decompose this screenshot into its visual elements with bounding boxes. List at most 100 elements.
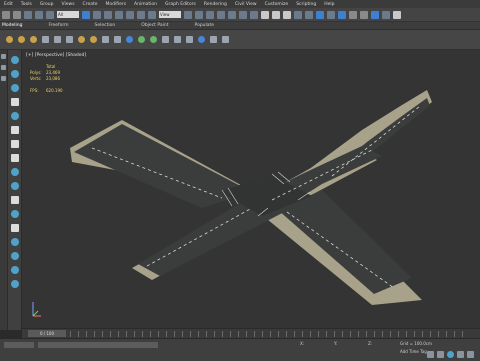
tab-freeform[interactable]: Freeform: [48, 23, 68, 28]
toggle-ribbon-icon[interactable]: [305, 10, 313, 19]
perspective-viewport[interactable]: [+] [Perspective] [Shaded] Total Polys: 2…: [22, 50, 480, 328]
freeze-icon[interactable]: [210, 36, 217, 43]
helpers-icon[interactable]: [126, 36, 133, 43]
create-panel-icon[interactable]: [10, 56, 19, 64]
menu-scripting[interactable]: Scripting: [296, 2, 316, 7]
edit-poly-icon[interactable]: [18, 36, 25, 43]
rectangular-selection-icon[interactable]: [104, 10, 112, 19]
select-by-name-icon[interactable]: [93, 10, 101, 19]
viewport-label[interactable]: [+] [Perspective] [Shaded]: [26, 53, 86, 58]
element-icon[interactable]: [78, 36, 85, 43]
tube-icon[interactable]: [10, 140, 19, 148]
select-scale-icon[interactable]: [148, 10, 156, 19]
menu-help[interactable]: Help: [324, 2, 334, 7]
edge-icon[interactable]: [42, 36, 49, 43]
menu-animation[interactable]: Animation: [134, 2, 157, 7]
schematic-view-icon[interactable]: [327, 10, 335, 19]
select-object-icon[interactable]: [82, 10, 90, 19]
scene-explorer-icon[interactable]: [102, 36, 109, 43]
pyramid-icon[interactable]: [10, 196, 19, 204]
window-crossing-icon[interactable]: [115, 10, 123, 19]
undo-icon[interactable]: [2, 10, 10, 19]
hide-icon[interactable]: [222, 36, 229, 43]
percent-snap-icon[interactable]: [239, 10, 247, 19]
menu-group[interactable]: Group: [40, 2, 54, 7]
reference-coordinate-dropdown[interactable]: View: [159, 11, 181, 18]
textplus-icon[interactable]: [10, 224, 19, 232]
render-setup-icon[interactable]: [349, 10, 357, 19]
material-editor-icon[interactable]: [338, 10, 346, 19]
angle-snap-icon[interactable]: [228, 10, 236, 19]
redo-icon[interactable]: [13, 10, 21, 19]
utilities-icon[interactable]: [186, 36, 193, 43]
maxscript-listener-field[interactable]: [4, 342, 34, 348]
border-icon[interactable]: [54, 36, 61, 43]
layer-explorer-icon[interactable]: [294, 10, 302, 19]
select-move-icon[interactable]: [126, 10, 134, 19]
geosphere-icon[interactable]: [10, 168, 19, 176]
geometry-icon[interactable]: [10, 70, 19, 78]
menu-graph-editors[interactable]: Graph Editors: [165, 2, 196, 7]
polygon-modeling-icon[interactable]: [6, 36, 13, 43]
rendered-frame-window-icon[interactable]: [360, 10, 368, 19]
link-icon[interactable]: [24, 10, 32, 19]
curve-editor-icon[interactable]: [316, 10, 324, 19]
cylinder-icon[interactable]: [10, 112, 19, 120]
menu-edit[interactable]: Edit: [4, 2, 13, 7]
render-in-cloud-icon[interactable]: [382, 10, 390, 19]
timeline-ticks[interactable]: [70, 331, 470, 337]
vertex-icon[interactable]: [30, 36, 37, 43]
modify-panel-icon[interactable]: [10, 238, 19, 246]
select-manipulate-icon[interactable]: [195, 10, 203, 19]
plane-icon[interactable]: [10, 126, 19, 134]
hierarchy-panel-icon[interactable]: [10, 252, 19, 260]
spinner-snap-icon[interactable]: [250, 10, 258, 19]
add-time-tag-button[interactable]: Add Time Tag: [400, 349, 427, 354]
menu-create[interactable]: Create: [83, 2, 98, 7]
menu-modifiers[interactable]: Modifiers: [106, 2, 127, 7]
motion-panel-icon[interactable]: [10, 266, 19, 274]
space-warps-icon[interactable]: [138, 36, 145, 43]
menu-tools[interactable]: Tools: [21, 2, 32, 7]
scene-explorer-toggle-icon[interactable]: [1, 54, 6, 59]
menu-views[interactable]: Views: [62, 2, 75, 7]
sort-icon[interactable]: [1, 65, 6, 70]
layers-icon[interactable]: [198, 36, 205, 43]
cone-icon[interactable]: [10, 154, 19, 162]
render-production-icon[interactable]: [371, 10, 379, 19]
display-panel-icon[interactable]: [10, 280, 19, 288]
time-slider[interactable]: 0 / 100: [28, 330, 66, 337]
shapes-icon[interactable]: [162, 36, 169, 43]
menu-rendering[interactable]: Rendering: [204, 2, 227, 7]
box-icon[interactable]: [10, 98, 19, 106]
align-icon[interactable]: [283, 10, 291, 19]
named-selection-sets-icon[interactable]: [261, 10, 269, 19]
go-to-end-icon[interactable]: [467, 351, 474, 358]
select-rotate-icon[interactable]: [137, 10, 145, 19]
selection-filter-dropdown[interactable]: All: [57, 11, 79, 18]
tab-modeling[interactable]: Modeling: [2, 23, 22, 28]
tab-object-paint[interactable]: Object Paint: [141, 23, 168, 28]
polygon-icon[interactable]: [66, 36, 73, 43]
filter-icon[interactable]: [1, 76, 6, 81]
mirror-icon[interactable]: [272, 10, 280, 19]
camera-icon[interactable]: [114, 36, 121, 43]
keyboard-shortcut-override-icon[interactable]: [206, 10, 214, 19]
systems-icon[interactable]: [150, 36, 157, 43]
play-icon[interactable]: [447, 351, 454, 358]
next-frame-icon[interactable]: [457, 351, 464, 358]
previous-frame-icon[interactable]: [437, 351, 444, 358]
display-icon[interactable]: [174, 36, 181, 43]
tab-populate[interactable]: Populate: [195, 23, 215, 28]
snaps-toggle-icon[interactable]: [217, 10, 225, 19]
menu-civil-view[interactable]: Civil View: [235, 2, 257, 7]
a360-gallery-icon[interactable]: [393, 10, 401, 19]
light-bulb-icon[interactable]: [90, 36, 97, 43]
go-to-start-icon[interactable]: [427, 351, 434, 358]
bind-spacewarp-icon[interactable]: [46, 10, 54, 19]
tab-selection[interactable]: Selection: [95, 23, 116, 28]
teapot-icon[interactable]: [10, 210, 19, 218]
torus-icon[interactable]: [10, 182, 19, 190]
menu-customize[interactable]: Customize: [265, 2, 289, 7]
sphere-icon[interactable]: [10, 84, 19, 92]
